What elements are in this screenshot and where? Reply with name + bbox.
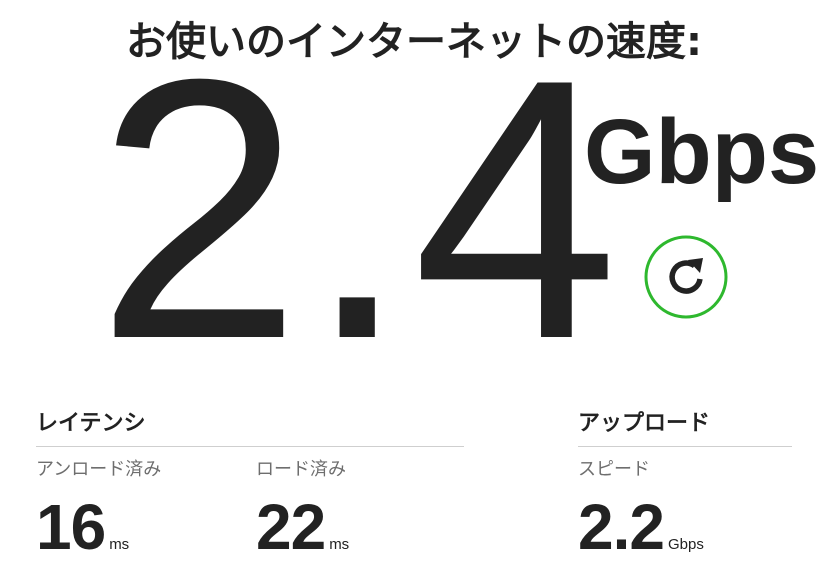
refresh-icon	[644, 235, 728, 319]
upload-speed: 2.2 Gbps	[578, 495, 704, 559]
unloaded-latency: 16 ms	[36, 495, 129, 559]
refresh-button[interactable]	[643, 234, 729, 320]
latency-divider	[36, 446, 464, 447]
loaded-latency-unit: ms	[329, 536, 350, 553]
unloaded-latency-label: アンロード済み	[36, 459, 162, 480]
upload-section-title: アップロード	[578, 411, 711, 436]
unloaded-latency-unit: ms	[109, 536, 130, 553]
upload-speed-unit: Gbps	[667, 536, 704, 553]
upload-speed-value: 2.2	[578, 491, 665, 562]
upload-speed-label: スピード	[578, 459, 650, 480]
loaded-latency-value: 22	[256, 491, 326, 562]
loaded-latency-label: ロード済み	[256, 459, 346, 480]
unloaded-latency-value: 16	[36, 491, 106, 562]
upload-divider	[578, 446, 792, 447]
latency-section-title: レイテンシ	[36, 411, 146, 436]
download-speed-unit: Gbps	[584, 101, 820, 203]
loaded-latency: 22 ms	[256, 495, 349, 559]
download-speed-value: 2.4	[96, 3, 623, 416]
